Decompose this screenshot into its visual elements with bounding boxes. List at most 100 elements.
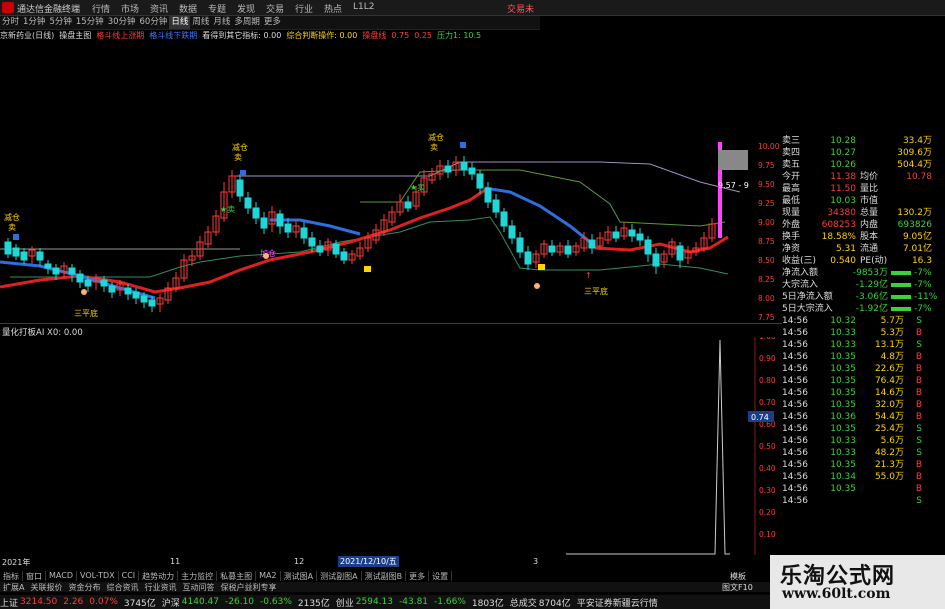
price-axis-label: 9.50 bbox=[758, 180, 775, 189]
price-label: 9.57 - 9 bbox=[718, 181, 749, 190]
menu-item[interactable]: 发现 bbox=[237, 2, 266, 15]
indicator-tab[interactable]: 更多 bbox=[406, 571, 430, 581]
candle-body bbox=[260, 217, 268, 229]
sub-indicator-chart[interactable]: 1.000.900.800.700.600.500.400.300.200.10… bbox=[0, 337, 782, 555]
blue-marker-2 bbox=[460, 142, 466, 148]
indicator-tab[interactable]: MACD bbox=[46, 571, 77, 581]
indicator-tab[interactable]: 设置 bbox=[429, 571, 453, 581]
period-tab[interactable]: 分时 bbox=[0, 16, 21, 29]
candle-body bbox=[524, 251, 532, 265]
tick-row: 14:56 10.35 14.6万 B bbox=[782, 387, 945, 399]
quote-extra: 33.4万 bbox=[902, 136, 932, 146]
price-axis-label: 8.50 bbox=[758, 256, 775, 265]
info-tab[interactable]: 扩展A bbox=[0, 582, 27, 592]
menu-item[interactable]: 市场 bbox=[121, 2, 150, 15]
tick-row: 14:56 10.35 32.0万 B bbox=[782, 399, 945, 411]
panel-footer-right[interactable]: 模板 bbox=[730, 571, 746, 582]
quote-value: 10.26 bbox=[830, 160, 856, 170]
tick-time: 14:56 bbox=[782, 412, 808, 422]
period-tab[interactable]: 30分钟 bbox=[106, 16, 138, 29]
menu-item[interactable]: 行业 bbox=[295, 2, 324, 15]
tick-price: 10.32 bbox=[830, 316, 856, 326]
menu-item[interactable]: 行情 bbox=[92, 2, 121, 15]
quote-value-2: 130.2万 bbox=[897, 208, 932, 218]
blue-marker-3 bbox=[13, 234, 19, 240]
period-tab[interactable]: 更多 bbox=[262, 16, 283, 29]
quote-value-2: 7.01亿 bbox=[902, 244, 932, 254]
indicator-tab[interactable]: VOL-TDX bbox=[77, 571, 119, 581]
period-tab[interactable]: 5分钟 bbox=[47, 16, 73, 29]
indicator-tab[interactable]: 测试图A bbox=[281, 571, 318, 581]
period-tab[interactable]: 1分钟 bbox=[21, 16, 47, 29]
quote-label: 净资 bbox=[782, 244, 801, 254]
info-tab[interactable]: 综合资讯 bbox=[103, 582, 141, 592]
info-tab[interactable]: 行业资讯 bbox=[141, 582, 179, 592]
indicator-tab[interactable]: CCI bbox=[119, 571, 140, 581]
period-tab[interactable]: 60分钟 bbox=[138, 16, 170, 29]
indicator-tab[interactable]: 指标 bbox=[0, 571, 23, 581]
quote-label: 收益(三) bbox=[782, 256, 817, 266]
tick-time: 14:56 bbox=[782, 340, 808, 350]
info-tab[interactable]: 资金分布 bbox=[65, 582, 103, 592]
tick-direction: S bbox=[916, 316, 922, 326]
indicator-tab[interactable]: 窗口 bbox=[23, 571, 46, 581]
main-menu: 行情 市场 资讯 数据 专题 发现 交易 行业 热点 L1L2 bbox=[92, 2, 382, 15]
time-label-month2: 12 bbox=[294, 557, 305, 566]
indicator-tab[interactable]: MA2 bbox=[256, 571, 281, 581]
quote-label: 外盘 bbox=[782, 220, 801, 230]
price-axis-label: 9.75 bbox=[758, 161, 775, 170]
price-axis-label: 9.00 bbox=[758, 218, 775, 227]
flow-row: 净流入额 -9853万 -7% bbox=[782, 267, 945, 279]
indicator-tab[interactable]: 测试副图A bbox=[317, 571, 362, 581]
title-bar: 通达信金融终端 行情 市场 资讯 数据 专题 发现 交易 行业 热点 L1L2 交易未 bbox=[0, 0, 945, 16]
candle-body bbox=[444, 165, 452, 173]
tick-direction: B bbox=[915, 412, 922, 422]
annotation-mai-3: 卖 bbox=[430, 143, 438, 152]
window-title: 通达信金融终端 bbox=[17, 5, 81, 15]
quote-label: 换手 bbox=[782, 232, 801, 242]
menu-item[interactable]: 热点 bbox=[324, 2, 353, 15]
period-tab[interactable]: 周线 bbox=[190, 16, 211, 29]
candle-body bbox=[68, 267, 76, 275]
period-tab[interactable]: 日线 bbox=[169, 16, 191, 29]
quote-row: 现量 34380 总量 130.2万 bbox=[782, 207, 945, 219]
menu-item[interactable]: 资讯 bbox=[150, 2, 179, 15]
flow-extra: -11% bbox=[914, 292, 938, 302]
period-tab[interactable]: 15分钟 bbox=[74, 16, 106, 29]
sub-axis-label: 0.80 bbox=[759, 376, 776, 385]
app-logo-icon bbox=[2, 2, 14, 13]
candle-body bbox=[308, 237, 316, 247]
period-tab[interactable]: 多周期 bbox=[232, 16, 262, 29]
tick-direction: B bbox=[915, 460, 922, 470]
quote-label-2: 股本 bbox=[860, 232, 879, 242]
info-tab[interactable]: 互动问答 bbox=[179, 582, 217, 592]
period-tab[interactable]: 月线 bbox=[211, 16, 232, 29]
quote-row: 外盘 608253 内盘 693826 bbox=[782, 219, 945, 231]
info-tab[interactable]: 关联报价 bbox=[27, 582, 65, 592]
quote-value: 11.38 bbox=[830, 172, 856, 182]
menu-item[interactable]: 数据 bbox=[179, 2, 208, 15]
candle-body bbox=[628, 229, 636, 237]
quote-extra: 504.4万 bbox=[897, 160, 932, 170]
menu-item[interactable]: 交易 bbox=[266, 2, 295, 15]
info-tab[interactable]: 保税户益利专享 bbox=[217, 582, 279, 592]
candle-body bbox=[36, 251, 44, 261]
indicator-tab[interactable]: 测试副图B bbox=[362, 571, 407, 581]
status-value: 平安证券新疆云行情 bbox=[576, 598, 658, 609]
candle-body bbox=[124, 287, 132, 295]
tick-price: 10.33 bbox=[830, 328, 856, 338]
indicator-tab[interactable]: 私募主图 bbox=[217, 571, 257, 581]
indicator-tab[interactable]: 趋势动力 bbox=[139, 571, 179, 581]
quote-value: 0.540 bbox=[830, 256, 856, 266]
tick-time: 14:56 bbox=[782, 376, 808, 386]
trade-link[interactable]: 交易未 bbox=[507, 2, 534, 15]
candlestick-chart[interactable]: 减仓卖减仓卖★卖减仓卖★卖三平底三平底加仓↑9.57 - 9 bbox=[0, 42, 755, 324]
panel-footer-left[interactable]: 图文F10 bbox=[722, 582, 753, 593]
tick-volume: 14.6万 bbox=[874, 388, 904, 398]
annotation-mai-star-2: ★卖 bbox=[410, 183, 425, 192]
status-value: 0.07% bbox=[89, 597, 118, 607]
watermark-url: www.60lt.com bbox=[782, 586, 891, 602]
menu-item[interactable]: 专题 bbox=[208, 2, 237, 15]
indicator-tab[interactable]: 主力监控 bbox=[178, 571, 218, 581]
menu-item[interactable]: L1L2 bbox=[353, 2, 382, 15]
